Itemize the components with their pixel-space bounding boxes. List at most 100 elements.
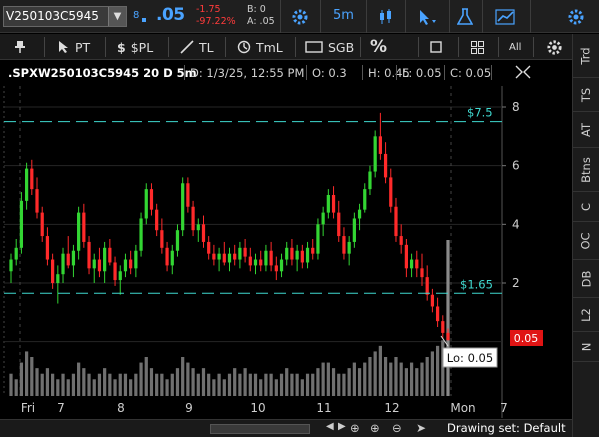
horizontal-scrollbar[interactable] bbox=[210, 424, 310, 434]
volume-bar bbox=[87, 373, 91, 396]
tab-c[interactable]: C bbox=[573, 192, 599, 222]
candle-body bbox=[118, 271, 122, 281]
tab-at-label: AT bbox=[579, 122, 593, 137]
volume-bar bbox=[19, 362, 24, 396]
volume-bar bbox=[404, 368, 408, 396]
candle-body bbox=[368, 171, 372, 190]
y-tick-label: 6 bbox=[512, 159, 520, 173]
trend-icon[interactable] bbox=[486, 0, 526, 33]
candle-body bbox=[342, 236, 346, 254]
candle-body bbox=[435, 306, 440, 322]
rectangle-icon bbox=[305, 41, 323, 53]
volume-bar bbox=[389, 362, 393, 396]
volume-bar bbox=[425, 357, 429, 396]
tab-btns[interactable]: Btns bbox=[573, 148, 599, 192]
volume-bar bbox=[300, 379, 304, 396]
volume-bar bbox=[233, 368, 237, 396]
candle-body bbox=[425, 277, 429, 295]
tab-trd[interactable]: Trd bbox=[573, 34, 599, 78]
x-tick-label: 9 bbox=[185, 401, 193, 415]
tab-ts[interactable]: TS bbox=[573, 78, 599, 112]
y-axis: 2 4 6 8 bbox=[502, 100, 520, 290]
link-icon[interactable]: 8 bbox=[130, 0, 150, 33]
zoom-out-icon[interactable]: ⊖ bbox=[392, 421, 402, 435]
x-tick-label: Fri bbox=[21, 401, 35, 415]
volume-bar bbox=[134, 373, 138, 396]
scroll-left-icon[interactable]: ◀ bbox=[326, 421, 334, 432]
candle-body bbox=[285, 247, 289, 260]
candle-style-icon[interactable] bbox=[370, 0, 402, 33]
zoom-in-icon[interactable]: ⊕ bbox=[370, 421, 380, 435]
candle-body bbox=[274, 265, 278, 272]
trendline-tool-button[interactable]: TL bbox=[180, 34, 214, 60]
trendline-tool-label: TL bbox=[199, 39, 214, 55]
price-change: -1.75 bbox=[196, 4, 221, 15]
chart-header: .SPXW250103C5945 20 D 5m D: 1/3/25, 12:5… bbox=[0, 61, 572, 85]
timeframe-button[interactable]: 5m bbox=[333, 8, 354, 23]
candle-body bbox=[113, 262, 117, 281]
candle-body bbox=[61, 253, 65, 275]
symbol-dropdown-icon[interactable]: ▼ bbox=[108, 7, 126, 26]
timeline-tool-button[interactable]: TmL bbox=[237, 34, 283, 60]
candle-body bbox=[227, 253, 232, 263]
tab-l2[interactable]: L2 bbox=[573, 298, 599, 332]
cursor-small-icon[interactable]: ➤ bbox=[416, 421, 426, 435]
candle-body bbox=[186, 183, 190, 207]
candle-body bbox=[441, 321, 445, 333]
settings-gear-icon[interactable] bbox=[558, 0, 594, 33]
volume-bar bbox=[222, 379, 226, 396]
tab-ts-label: TS bbox=[578, 87, 593, 102]
square-icon[interactable] bbox=[430, 34, 442, 60]
grid-icon[interactable] bbox=[471, 34, 484, 60]
drawing-set-label[interactable]: Drawing set: Default bbox=[447, 421, 566, 435]
tab-at[interactable]: AT bbox=[573, 112, 599, 148]
candle-body bbox=[253, 259, 258, 266]
bid-value: B: 0 bbox=[247, 4, 266, 15]
pin-icon[interactable] bbox=[14, 34, 26, 60]
candle-body bbox=[337, 212, 341, 237]
volume-bar bbox=[181, 357, 185, 396]
bar-low: L: 0.05 bbox=[402, 66, 442, 80]
volume-bar bbox=[347, 368, 351, 396]
sgb-tool-button[interactable]: SGB bbox=[305, 34, 354, 60]
pl-tool-button[interactable]: $ $PL bbox=[117, 34, 153, 60]
collapse-arrows-icon[interactable] bbox=[514, 64, 532, 83]
y-tick-label: 4 bbox=[512, 217, 520, 231]
volume-bar bbox=[35, 368, 39, 396]
tab-n[interactable]: N bbox=[573, 332, 599, 362]
volume-bar bbox=[165, 379, 169, 396]
candle-body bbox=[82, 212, 86, 242]
volume-bar bbox=[108, 373, 112, 396]
volume-bar bbox=[77, 362, 81, 396]
crosshair-icon[interactable]: ⊕ bbox=[350, 421, 360, 435]
pointer-tool-button[interactable]: PT bbox=[58, 34, 90, 60]
clock-icon bbox=[237, 40, 251, 54]
gear-icon[interactable] bbox=[283, 0, 317, 33]
upper-price-label: $7.5 bbox=[467, 106, 493, 120]
flask-icon[interactable] bbox=[452, 0, 478, 33]
volume-bar bbox=[243, 368, 247, 396]
volume-bar bbox=[61, 373, 65, 396]
candle-body bbox=[321, 212, 325, 225]
pointer-tool-label: PT bbox=[75, 39, 91, 55]
all-button[interactable]: All bbox=[509, 34, 521, 60]
bar-open: O: 0.3 bbox=[312, 66, 347, 80]
symbol-input[interactable]: V250103C5945 ▼ bbox=[3, 6, 127, 27]
volume-bar bbox=[285, 368, 289, 396]
candle-body bbox=[207, 241, 211, 254]
cursor-icon[interactable] bbox=[408, 0, 446, 33]
candle-body bbox=[446, 332, 450, 341]
tab-db[interactable]: DB bbox=[573, 260, 599, 298]
drawing-settings-gear-icon[interactable] bbox=[546, 34, 563, 60]
candle-body bbox=[243, 247, 247, 257]
volume-bar bbox=[435, 345, 440, 396]
candle-body bbox=[383, 153, 388, 178]
volume-bar bbox=[56, 379, 60, 396]
candle-body bbox=[222, 253, 226, 263]
tab-oc[interactable]: OC bbox=[573, 222, 599, 260]
volume-bar bbox=[139, 362, 143, 396]
scroll-right-icon[interactable]: ▶ bbox=[338, 421, 346, 432]
volume-bar bbox=[409, 362, 414, 396]
volume-bar bbox=[144, 357, 148, 396]
percent-icon[interactable]: % bbox=[370, 34, 387, 60]
